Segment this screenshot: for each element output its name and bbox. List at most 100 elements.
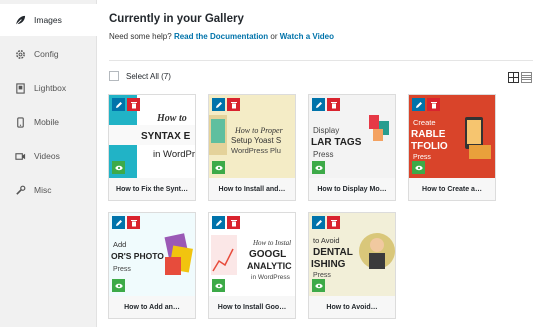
thumb-text: Press xyxy=(113,266,131,273)
sidebar-item-label: Misc xyxy=(34,185,52,195)
delete-button[interactable] xyxy=(327,216,340,229)
preview-button[interactable] xyxy=(212,161,225,174)
edit-button[interactable] xyxy=(112,216,125,229)
pencil-icon xyxy=(115,101,122,108)
image-caption: How to Avoid… xyxy=(309,296,395,318)
thumb-text: How to Instal xyxy=(252,239,291,247)
sidebar-item-videos[interactable]: Videos xyxy=(0,140,97,172)
trash-icon xyxy=(330,101,337,108)
sidebar-item-config[interactable]: Config xyxy=(0,38,97,70)
select-all[interactable]: Select All (7) xyxy=(109,71,171,81)
thumb-text: in WordPr xyxy=(153,149,195,160)
edit-button[interactable] xyxy=(312,98,325,111)
trash-icon xyxy=(230,219,237,226)
watch-video-link[interactable]: Watch a Video xyxy=(280,32,334,41)
eye-icon xyxy=(414,165,423,170)
image-caption: How to Create a… xyxy=(409,178,495,200)
thumb-text: DENTAL xyxy=(313,247,353,258)
gallery-item[interactable]: Add OR'S PHOTO Press How to Add an… xyxy=(108,212,196,319)
delete-button[interactable] xyxy=(227,216,240,229)
sidebar-item-label: Images xyxy=(34,15,62,25)
delete-button[interactable] xyxy=(227,98,240,111)
eye-icon xyxy=(214,165,223,170)
thumb-text: in WordPress xyxy=(251,274,291,281)
thumb-text: Add xyxy=(113,240,126,249)
edit-button[interactable] xyxy=(212,98,225,111)
thumb-text: OR'S PHOTO xyxy=(111,251,164,261)
preview-button[interactable] xyxy=(312,161,325,174)
sidebar-item-images[interactable]: Images xyxy=(0,4,98,36)
sidebar-item-mobile[interactable]: Mobile xyxy=(0,106,97,138)
help-prefix: Need some help? xyxy=(109,32,172,41)
wrench-icon xyxy=(14,184,26,196)
gallery-item[interactable]: to Avoid DENTAL ISHING Press How to Avoi… xyxy=(308,212,396,319)
trash-icon xyxy=(130,219,137,226)
help-text: Need some help? Read the Documentation o… xyxy=(109,32,334,41)
thumb-text: to Avoid xyxy=(313,236,340,245)
video-icon xyxy=(14,150,26,162)
eye-icon xyxy=(314,165,323,170)
thumb-text: Display xyxy=(313,126,339,135)
leaf-icon xyxy=(14,14,26,26)
thumb-text: Press xyxy=(313,272,331,279)
sidebar-item-lightbox[interactable]: Lightbox xyxy=(0,72,97,104)
lightbox-icon xyxy=(14,82,26,94)
preview-button[interactable] xyxy=(112,279,125,292)
list-view-icon[interactable] xyxy=(521,70,532,83)
eye-icon xyxy=(214,283,223,288)
thumb-text: ANALYTIC xyxy=(247,261,292,271)
thumb-text: WordPress Plu xyxy=(231,146,281,155)
preview-button[interactable] xyxy=(212,279,225,292)
delete-button[interactable] xyxy=(127,216,140,229)
sidebar-item-label: Videos xyxy=(34,151,60,161)
gallery-item[interactable]: How to Instal GOOGL ANALYTIC in WordPres… xyxy=(208,212,296,319)
gallery-item[interactable]: Create RABLE TFOLIO Press How to Create … xyxy=(408,94,496,201)
sidebar-item-label: Config xyxy=(34,49,59,59)
image-caption: How to Fix the Synt… xyxy=(109,178,195,200)
delete-button[interactable] xyxy=(127,98,140,111)
page-title: Currently in your Gallery xyxy=(109,13,244,25)
preview-button[interactable] xyxy=(112,161,125,174)
sidebar-item-label: Mobile xyxy=(34,117,60,127)
gallery-item[interactable]: How to Proper Setup Yoast S WordPress Pl… xyxy=(208,94,296,201)
pencil-icon xyxy=(315,219,322,226)
trash-icon xyxy=(230,101,237,108)
thumb-text: Press xyxy=(313,150,333,159)
trash-icon xyxy=(430,101,437,108)
preview-button[interactable] xyxy=(412,161,425,174)
sidebar: Images Config Lightbox Mobile Videos Mis… xyxy=(0,0,98,327)
select-all-checkbox[interactable] xyxy=(109,71,119,81)
delete-button[interactable] xyxy=(327,98,340,111)
divider xyxy=(109,60,533,61)
thumb-text: How to xyxy=(156,113,187,124)
thumb-text: TFOLIO xyxy=(411,141,448,152)
pencil-icon xyxy=(215,219,222,226)
or-text: or xyxy=(270,32,278,41)
gear-icon xyxy=(14,48,26,60)
edit-button[interactable] xyxy=(112,98,125,111)
eye-icon xyxy=(114,283,123,288)
preview-button[interactable] xyxy=(312,279,325,292)
thumb-text: LAR TAGS xyxy=(311,137,362,148)
edit-button[interactable] xyxy=(412,98,425,111)
image-caption: How to Display Mo… xyxy=(309,178,395,200)
thumb-text: RABLE xyxy=(411,129,446,140)
select-all-label: Select All (7) xyxy=(126,71,171,81)
gallery-item[interactable]: Display LAR TAGS Press How to Display Mo… xyxy=(308,94,396,201)
delete-button[interactable] xyxy=(427,98,440,111)
trash-icon xyxy=(330,219,337,226)
grid-view-icon[interactable] xyxy=(508,70,519,83)
thumb-text: SYNTAX E xyxy=(141,131,191,142)
trash-icon xyxy=(130,101,137,108)
eye-icon xyxy=(314,283,323,288)
thumb-text: Press xyxy=(413,154,431,161)
thumb-text: ISHING xyxy=(311,259,346,270)
thumb-text: How to Proper xyxy=(234,126,284,135)
documentation-link[interactable]: Read the Documentation xyxy=(174,32,268,41)
sidebar-item-misc[interactable]: Misc xyxy=(0,174,97,206)
pencil-icon xyxy=(215,101,222,108)
edit-button[interactable] xyxy=(312,216,325,229)
thumb-text: Create xyxy=(413,118,436,127)
edit-button[interactable] xyxy=(212,216,225,229)
gallery-item[interactable]: How to SYNTAX E in WordPr How to Fix the… xyxy=(108,94,196,201)
